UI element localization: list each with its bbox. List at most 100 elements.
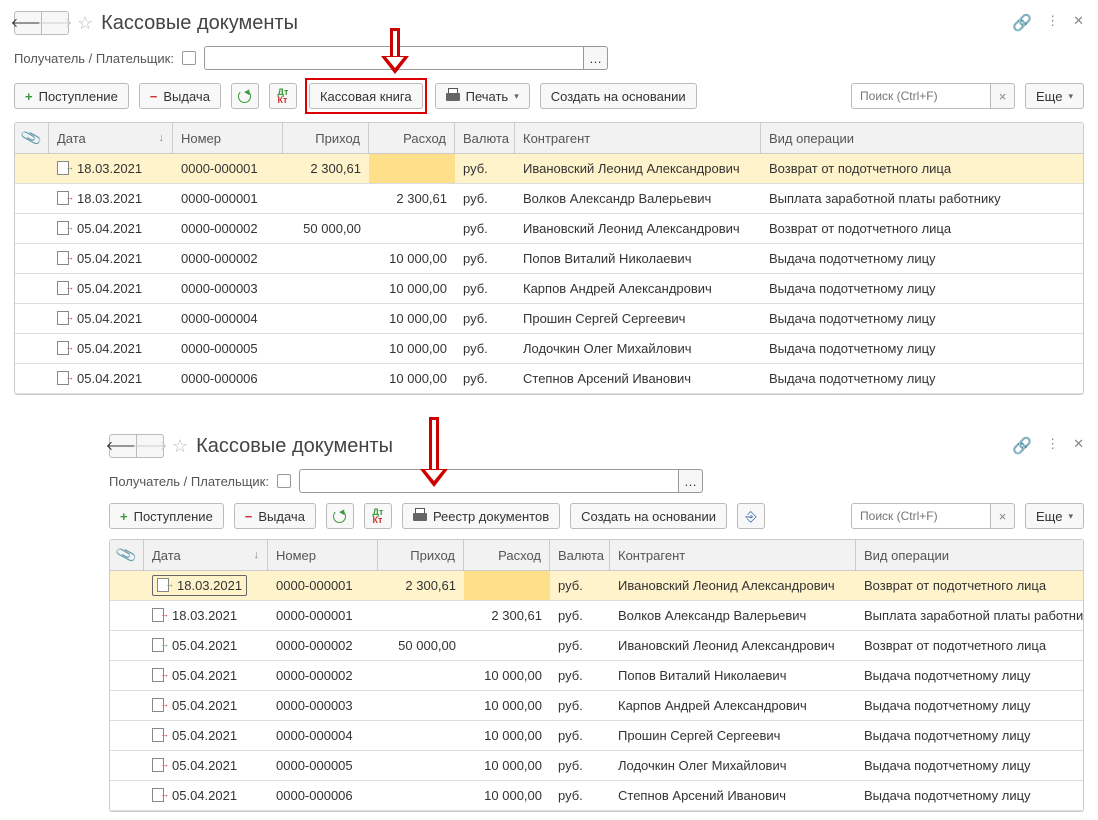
cell-currency: руб.	[550, 721, 610, 750]
nav-forward-button[interactable]: 🡒	[136, 434, 164, 458]
cell-counterparty: Ивановский Леонид Александрович	[610, 631, 856, 660]
filter-picker-button[interactable]: …	[679, 469, 703, 493]
refresh-button[interactable]	[326, 503, 354, 529]
col-attachment[interactable]: 📎	[15, 123, 49, 153]
search-input[interactable]	[851, 503, 991, 529]
col-operation[interactable]: Вид операции	[856, 540, 1083, 570]
dt-kt-button[interactable]: ДтКт	[364, 503, 392, 529]
table-row[interactable]: 05.04.20210000-00000210 000,00руб.Попов …	[15, 244, 1083, 274]
link-icon[interactable]: 🔗	[1012, 436, 1032, 456]
favorite-icon[interactable]: ☆	[172, 436, 188, 457]
search-clear-button[interactable]: ×	[991, 503, 1015, 529]
cell-counterparty: Ивановский Леонид Александрович	[515, 214, 761, 243]
cell-currency: руб.	[550, 751, 610, 780]
receipt-button[interactable]: +Поступление	[14, 83, 129, 109]
table-row[interactable]: 05.04.20210000-00000510 000,00руб.Лодочк…	[15, 334, 1083, 364]
cell-expense: 10 000,00	[369, 304, 455, 333]
col-income[interactable]: Приход	[283, 123, 369, 153]
cell-date: 05.04.2021	[49, 304, 173, 333]
chevron-down-icon: ▾	[514, 91, 519, 102]
cell-income	[283, 364, 369, 393]
paperclip-icon: 📎	[20, 126, 44, 149]
cell-attachment	[110, 721, 144, 750]
col-date[interactable]: Дата↓	[144, 540, 268, 570]
table-row[interactable]: 18.03.20210000-0000012 300,61руб.Ивановс…	[15, 154, 1083, 184]
filter-picker-button[interactable]: …	[584, 46, 608, 70]
col-currency[interactable]: Валюта	[455, 123, 515, 153]
cell-expense: 10 000,00	[369, 364, 455, 393]
filter-checkbox[interactable]	[277, 474, 291, 488]
table-row[interactable]: 05.04.20210000-00000250 000,00руб.Иванов…	[15, 214, 1083, 244]
link-icon[interactable]: 🔗	[1012, 13, 1032, 33]
col-income[interactable]: Приход	[378, 540, 464, 570]
cell-attachment	[110, 661, 144, 690]
payout-button[interactable]: −Выдача	[234, 503, 316, 529]
title-bar: 🡐 🡒 ☆ Кассовые документы 🔗 ⋮ ✕	[14, 8, 1084, 38]
cell-currency: руб.	[455, 274, 515, 303]
registry-button[interactable]: Реестр документов	[402, 503, 560, 529]
create-based-on-button[interactable]: Создать на основании	[570, 503, 727, 529]
cell-operation: Выдача подотчетному лицу	[856, 751, 1083, 780]
col-number[interactable]: Номер	[173, 123, 283, 153]
cell-expense: 10 000,00	[464, 781, 550, 810]
table-row[interactable]: 05.04.20210000-00000410 000,00руб.Прошин…	[15, 304, 1083, 334]
col-attachment[interactable]: 📎	[110, 540, 144, 570]
cell-expense	[369, 154, 455, 183]
search-clear-button[interactable]: ×	[991, 83, 1015, 109]
doc-expense-icon	[57, 251, 71, 263]
doc-expense-icon	[57, 371, 71, 383]
table-row[interactable]: 05.04.20210000-00000310 000,00руб.Карпов…	[15, 274, 1083, 304]
col-currency[interactable]: Валюта	[550, 540, 610, 570]
col-expense[interactable]: Расход	[464, 540, 550, 570]
table-row[interactable]: 18.03.20210000-0000012 300,61руб.Волков …	[110, 601, 1083, 631]
cell-number: 0000-000001	[268, 571, 378, 600]
cell-date: 05.04.2021	[144, 631, 268, 660]
cell-date: 05.04.2021	[49, 334, 173, 363]
payout-button[interactable]: −Выдача	[139, 83, 221, 109]
col-counterparty[interactable]: Контрагент	[610, 540, 856, 570]
table-row[interactable]: 05.04.20210000-00000610 000,00руб.Степно…	[15, 364, 1083, 394]
more-button[interactable]: Еще▾	[1025, 503, 1084, 529]
favorite-icon[interactable]: ☆	[77, 13, 93, 34]
close-icon[interactable]: ✕	[1073, 13, 1084, 33]
toolbar: +Поступление −Выдача ДтКт Реестр докумен…	[109, 503, 1084, 529]
cell-expense	[464, 631, 550, 660]
table-row[interactable]: 05.04.20210000-00000310 000,00руб.Карпов…	[110, 691, 1083, 721]
cell-number: 0000-000005	[268, 751, 378, 780]
col-number[interactable]: Номер	[268, 540, 378, 570]
table-row[interactable]: 18.03.20210000-0000012 300,61руб.Ивановс…	[110, 571, 1083, 601]
col-counterparty[interactable]: Контрагент	[515, 123, 761, 153]
cashbook-button[interactable]: Кассовая книга	[309, 83, 423, 109]
cell-number: 0000-000001	[268, 601, 378, 630]
cell-income: 2 300,61	[378, 571, 464, 600]
create-based-on-button[interactable]: Создать на основании	[540, 83, 697, 109]
receipt-button[interactable]: +Поступление	[109, 503, 224, 529]
cell-currency: руб.	[455, 214, 515, 243]
cell-date: 05.04.2021	[49, 214, 173, 243]
filter-input[interactable]	[299, 469, 679, 493]
printer-icon	[446, 90, 460, 102]
table-row[interactable]: 05.04.20210000-00000210 000,00руб.Попов …	[110, 661, 1083, 691]
refresh-button[interactable]	[231, 83, 259, 109]
cell-counterparty: Карпов Андрей Александрович	[610, 691, 856, 720]
print-button[interactable]: Печать▾	[435, 83, 530, 109]
kebab-icon[interactable]: ⋮	[1046, 13, 1059, 33]
col-expense[interactable]: Расход	[369, 123, 455, 153]
dt-kt-button[interactable]: ДтКт	[269, 83, 297, 109]
table-row[interactable]: 05.04.20210000-00000610 000,00руб.Степно…	[110, 781, 1083, 811]
table-row[interactable]: 05.04.20210000-00000250 000,00руб.Иванов…	[110, 631, 1083, 661]
settings-button[interactable]: ⎆	[737, 503, 765, 529]
table-row[interactable]: 18.03.20210000-0000012 300,61руб.Волков …	[15, 184, 1083, 214]
plus-icon: +	[120, 509, 128, 524]
col-operation[interactable]: Вид операции	[761, 123, 1083, 153]
table-row[interactable]: 05.04.20210000-00000410 000,00руб.Прошин…	[110, 721, 1083, 751]
col-date[interactable]: Дата↓	[49, 123, 173, 153]
search-input[interactable]	[851, 83, 991, 109]
cell-operation: Выдача подотчетному лицу	[856, 661, 1083, 690]
table-row[interactable]: 05.04.20210000-00000510 000,00руб.Лодочк…	[110, 751, 1083, 781]
close-icon[interactable]: ✕	[1073, 436, 1084, 456]
filter-checkbox[interactable]	[182, 51, 196, 65]
nav-forward-button[interactable]: 🡒	[41, 11, 69, 35]
kebab-icon[interactable]: ⋮	[1046, 436, 1059, 456]
more-button[interactable]: Еще▾	[1025, 83, 1084, 109]
